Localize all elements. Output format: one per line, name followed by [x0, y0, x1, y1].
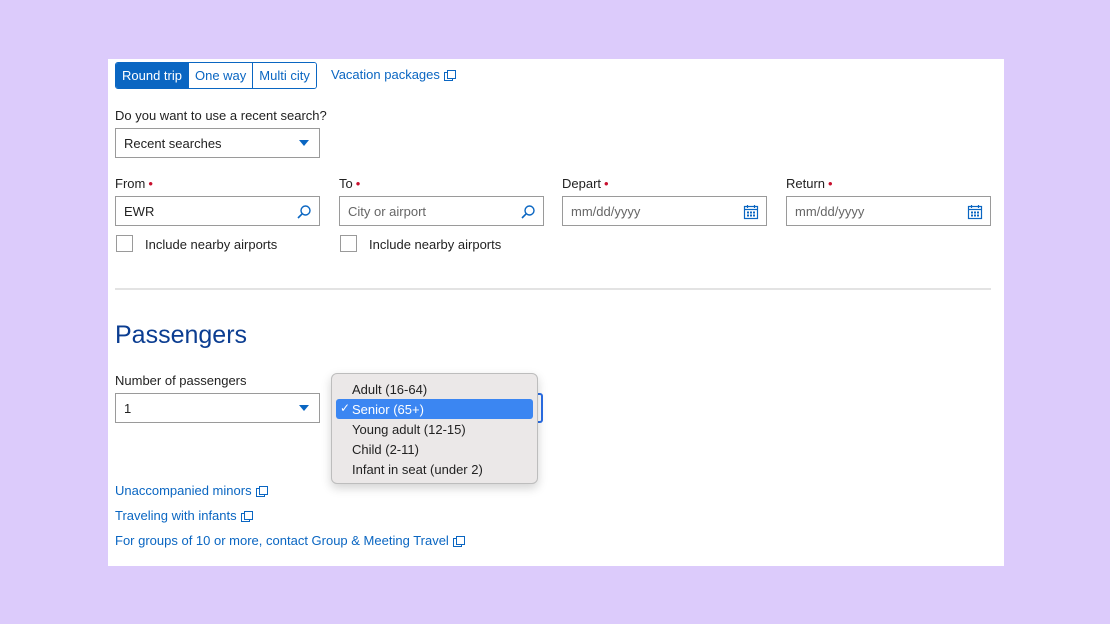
- recent-searches-select[interactable]: Recent searches: [115, 128, 320, 158]
- flight-search-panel: Round trip One way Multi city Vacation p…: [108, 59, 1004, 566]
- from-label: From •: [115, 176, 153, 191]
- to-label-text: To: [339, 176, 353, 191]
- option-label: Adult (16-64): [352, 381, 428, 397]
- chevron-down-icon: [299, 405, 309, 411]
- external-link-icon: [443, 69, 456, 81]
- calendar-icon[interactable]: [743, 204, 759, 220]
- external-link-icon: [240, 510, 253, 522]
- from-input[interactable]: EWR: [115, 196, 320, 226]
- to-nearby-label: Include nearby airports: [369, 237, 502, 252]
- return-label: Return •: [786, 176, 833, 191]
- passenger-count-value: 1: [124, 400, 132, 416]
- passenger-count-label: Number of passengers: [115, 373, 247, 388]
- to-input[interactable]: City or airport: [339, 196, 544, 226]
- search-icon[interactable]: [296, 204, 312, 220]
- from-nearby-checkbox[interactable]: [116, 235, 133, 252]
- option-label: Senior (65+): [352, 401, 424, 417]
- from-input-value: EWR: [124, 203, 155, 219]
- option-label: Child (2-11): [352, 441, 419, 457]
- group-travel-link[interactable]: For groups of 10 or more, contact Group …: [115, 533, 465, 548]
- traveling-with-infants-link[interactable]: Traveling with infants: [115, 508, 253, 523]
- passenger-type-option-senior[interactable]: ✓ Senior (65+): [336, 399, 533, 419]
- required-marker: •: [148, 176, 153, 191]
- return-label-text: Return: [786, 176, 826, 191]
- from-label-text: From: [115, 176, 146, 191]
- calendar-icon[interactable]: [967, 204, 983, 220]
- vacation-packages-link[interactable]: Vacation packages: [331, 67, 456, 82]
- passenger-type-option-young-adult[interactable]: Young adult (12-15): [336, 419, 533, 439]
- checkmark-icon: ✓: [340, 401, 351, 415]
- to-label: To •: [339, 176, 360, 191]
- search-icon[interactable]: [520, 204, 536, 220]
- recent-searches-value: Recent searches: [124, 135, 222, 151]
- to-nearby-checkbox[interactable]: [340, 235, 357, 252]
- depart-date-input[interactable]: mm/dd/yyyy: [562, 196, 767, 226]
- trip-type-toggle: Round trip One way Multi city: [115, 62, 317, 89]
- one-way-tab[interactable]: One way: [188, 63, 254, 88]
- section-divider: [115, 288, 991, 290]
- return-date-placeholder: mm/dd/yyyy: [795, 203, 865, 219]
- unaccompanied-minors-label: Unaccompanied minors: [115, 483, 252, 498]
- external-link-icon: [452, 535, 465, 547]
- option-label: Infant in seat (under 2): [352, 461, 483, 477]
- recent-search-question: Do you want to use a recent search?: [115, 108, 327, 123]
- passengers-heading: Passengers: [115, 321, 248, 349]
- required-marker: •: [604, 176, 609, 191]
- from-nearby-label: Include nearby airports: [145, 237, 278, 252]
- passenger-type-dropdown: Adult (16-64) ✓ Senior (65+) Young adult …: [331, 373, 538, 484]
- passenger-type-option-infant[interactable]: Infant in seat (under 2): [336, 459, 533, 479]
- passenger-type-option-child[interactable]: Child (2-11): [336, 439, 533, 459]
- multi-city-tab[interactable]: Multi city: [253, 63, 316, 88]
- passenger-type-option-adult[interactable]: Adult (16-64): [336, 379, 533, 399]
- chevron-down-icon: [299, 140, 309, 146]
- depart-label-text: Depart: [562, 176, 602, 191]
- passenger-count-select[interactable]: 1: [115, 393, 320, 423]
- vacation-packages-label: Vacation packages: [331, 67, 440, 82]
- depart-label: Depart •: [562, 176, 609, 191]
- unaccompanied-minors-link[interactable]: Unaccompanied minors: [115, 483, 268, 498]
- traveling-with-infants-label: Traveling with infants: [115, 508, 237, 523]
- return-date-input[interactable]: mm/dd/yyyy: [786, 196, 991, 226]
- external-link-icon: [255, 485, 268, 497]
- to-input-placeholder: City or airport: [348, 203, 427, 219]
- round-trip-tab[interactable]: Round trip: [116, 63, 189, 88]
- option-label: Young adult (12-15): [352, 421, 466, 437]
- depart-date-placeholder: mm/dd/yyyy: [571, 203, 641, 219]
- required-marker: •: [828, 176, 833, 191]
- required-marker: •: [355, 176, 361, 191]
- group-travel-label: For groups of 10 or more, contact Group …: [115, 533, 449, 548]
